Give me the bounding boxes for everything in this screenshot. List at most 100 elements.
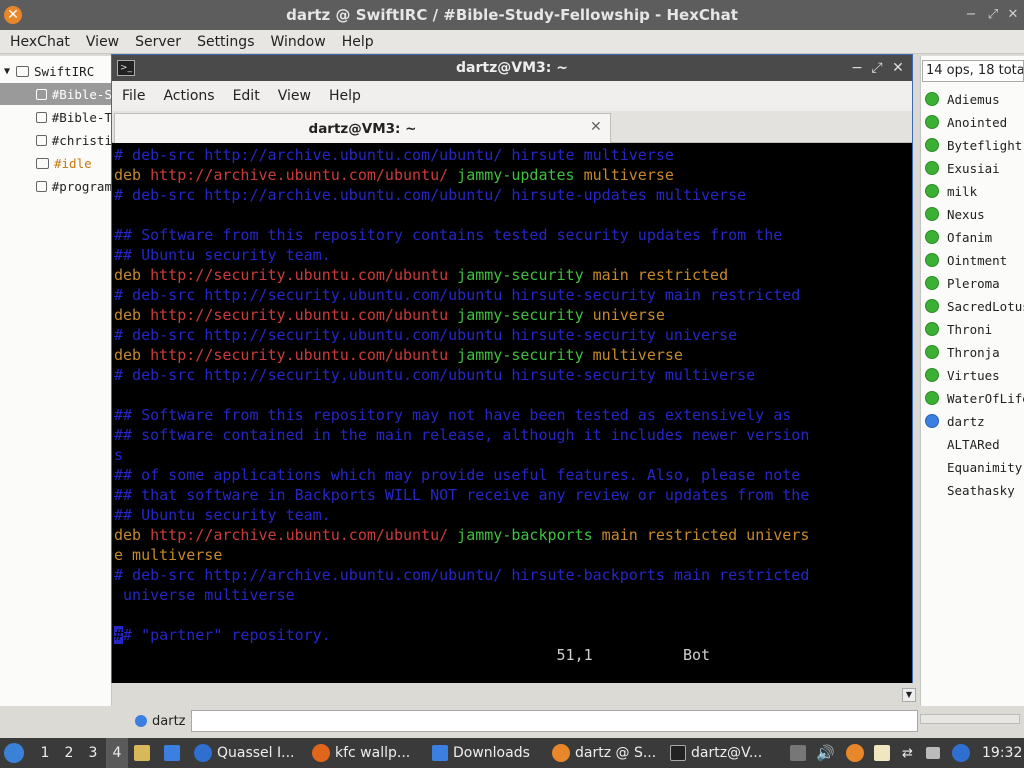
tree-channel-label: #Bible-S <box>51 86 112 102</box>
user-nick: Thronja <box>947 344 1000 360</box>
chat-scroll-down-button[interactable]: ▼ <box>902 688 916 702</box>
menu-window[interactable]: Window <box>260 34 331 50</box>
taskbar-app-label: Downloads <box>453 745 530 761</box>
user-status-icon <box>925 299 939 313</box>
userlist-item[interactable]: Virtues <box>925 364 1000 386</box>
userlist-item[interactable]: dartz <box>925 410 985 432</box>
userlist-item[interactable]: Seathasky <box>925 479 1015 501</box>
tree-channel-item[interactable]: #Bible-T <box>0 106 112 128</box>
userlist-item[interactable]: ALTARed <box>925 433 1000 455</box>
terminal-line: deb http://security.ubuntu.com/ubuntu ja… <box>114 265 912 285</box>
workspace-1-button[interactable]: 1 <box>34 738 56 768</box>
clipboard-icon[interactable] <box>874 738 895 768</box>
userlist-scrollbar[interactable] <box>920 714 1020 724</box>
userlist-item[interactable]: Exusiai <box>925 157 1000 179</box>
volume-icon[interactable]: 🔊 <box>816 738 835 768</box>
terminal-app-icon[interactable]: >_ <box>117 60 135 76</box>
hexchat-close-button[interactable]: ✕ <box>1004 6 1022 24</box>
user-status-icon <box>925 460 939 474</box>
terminal-text: jammy-updates <box>457 166 584 184</box>
terminal-line: e multiverse <box>114 545 912 565</box>
term-menu-actions[interactable]: Actions <box>153 88 222 104</box>
tray-quassel-icon[interactable] <box>952 738 975 768</box>
tree-channel-item[interactable]: #program <box>0 175 112 197</box>
hexchat-minimize-button[interactable]: − <box>962 6 980 24</box>
taskbar-app-label: kfc wallp... <box>335 745 411 761</box>
term-menu-edit[interactable]: Edit <box>223 88 268 104</box>
userlist-item[interactable]: Adiemus <box>925 88 1000 110</box>
chat-input[interactable] <box>191 710 918 732</box>
term-menu-help[interactable]: Help <box>319 88 369 104</box>
user-nick: Anointed <box>947 114 1008 130</box>
terminal-close-button[interactable]: ✕ <box>889 59 907 77</box>
tree-expander-icon[interactable]: ▼ <box>4 66 10 77</box>
nick-status-icon <box>135 715 147 727</box>
menu-settings[interactable]: Settings <box>187 34 260 50</box>
userlist-item[interactable]: Thronja <box>925 341 1000 363</box>
workspace-4-button[interactable]: 4 <box>106 738 128 768</box>
userlist-item[interactable]: Ofanim <box>925 226 992 248</box>
clock[interactable]: 19:32 <box>982 738 1022 768</box>
nick-button[interactable]: dartz <box>152 714 185 729</box>
term-menu-file[interactable]: File <box>112 88 153 104</box>
workspace-3-button[interactable]: 3 <box>82 738 104 768</box>
tab-close-icon[interactable]: ✕ <box>590 119 602 135</box>
tree-server-swiftirc[interactable]: ▼ SwiftIRC <box>0 60 112 82</box>
workspace-label: 3 <box>88 745 98 761</box>
tree-channel-item[interactable]: #Bible-S <box>0 83 112 105</box>
terminal-line: # deb-src http://archive.ubuntu.com/ubun… <box>114 565 912 585</box>
file-manager-launcher-icon[interactable] <box>134 738 155 768</box>
network-icon[interactable]: ⇄ <box>902 738 913 768</box>
hexchat-app-icon[interactable]: ✕ <box>4 6 22 24</box>
battery-icon[interactable] <box>926 738 945 768</box>
terminal-tabbar: dartz@VM3: ~ ✕ <box>112 111 912 143</box>
taskbar-app-button[interactable]: dartz@V... <box>670 738 762 768</box>
menu-view[interactable]: View <box>76 34 125 50</box>
terminal-cursor: # <box>114 626 124 644</box>
taskbar-app-button[interactable]: dartz @ S... <box>552 738 656 768</box>
userlist-item[interactable]: milk <box>925 180 977 202</box>
tree-channel-item[interactable]: #idle <box>0 152 112 174</box>
menu-hexchat[interactable]: HexChat <box>0 34 76 50</box>
user-status-icon <box>925 138 939 152</box>
taskbar-app-button[interactable]: Quassel I... <box>194 738 295 768</box>
terminal-output[interactable]: # deb-src http://archive.ubuntu.com/ubun… <box>112 145 912 683</box>
userlist-item[interactable]: Ointment <box>925 249 1007 271</box>
hexchat-maximize-button[interactable]: ⤢ <box>984 6 1002 24</box>
terminal-text: deb <box>114 266 151 284</box>
userlist-item[interactable]: Throni <box>925 318 992 340</box>
userlist-item[interactable]: SacredLotus <box>925 295 1024 317</box>
taskbar-app-button[interactable]: Downloads <box>432 738 530 768</box>
show-desktop-icon[interactable] <box>164 738 185 768</box>
workspace-2-button[interactable]: 2 <box>58 738 80 768</box>
menu-server[interactable]: Server <box>125 34 187 50</box>
terminal-tab-label: dartz@VM3: ~ <box>308 120 417 137</box>
userlist-item[interactable]: Anointed <box>925 111 1007 133</box>
userlist-item[interactable]: Nexus <box>925 203 985 225</box>
menu-help[interactable]: Help <box>332 34 380 50</box>
user-nick: milk <box>947 183 978 199</box>
tree-channel-item[interactable]: #christi <box>0 129 112 151</box>
terminal-minimize-button[interactable]: − <box>848 59 866 77</box>
userlist-item[interactable]: WaterOfLife <box>925 387 1024 409</box>
tray-hexchat-icon[interactable] <box>846 738 869 768</box>
terminal-tab[interactable]: dartz@VM3: ~ <box>114 113 611 143</box>
terminal-line: # deb-src http://archive.ubuntu.com/ubun… <box>114 145 912 165</box>
terminal-maximize-button[interactable]: ⤢ <box>868 59 886 77</box>
terminal-text: http://security.ubuntu.com/ubuntu <box>150 266 458 284</box>
userlist-item[interactable]: Equanimity <box>925 456 1022 478</box>
userlist-item[interactable]: Byteflight <box>925 134 1022 156</box>
terminal-line: deb http://archive.ubuntu.com/ubuntu/ ja… <box>114 525 912 545</box>
terminal-menubar: File Actions Edit View Help <box>112 81 912 111</box>
tree-channel-label: #christi <box>51 132 112 148</box>
channel-icon <box>36 134 47 146</box>
start-menu-icon[interactable] <box>4 738 29 768</box>
tree-channel-label: #program <box>51 178 112 194</box>
tray-notes-icon[interactable] <box>790 738 811 768</box>
terminal-line: ## "partner" repository. <box>114 625 912 645</box>
userlist-item[interactable]: Pleroma <box>925 272 1000 294</box>
taskbar-app-button[interactable]: kfc wallp... <box>312 738 410 768</box>
folder-icon <box>432 745 448 761</box>
taskbar-app-label: dartz @ S... <box>575 745 657 761</box>
term-menu-view[interactable]: View <box>268 88 319 104</box>
